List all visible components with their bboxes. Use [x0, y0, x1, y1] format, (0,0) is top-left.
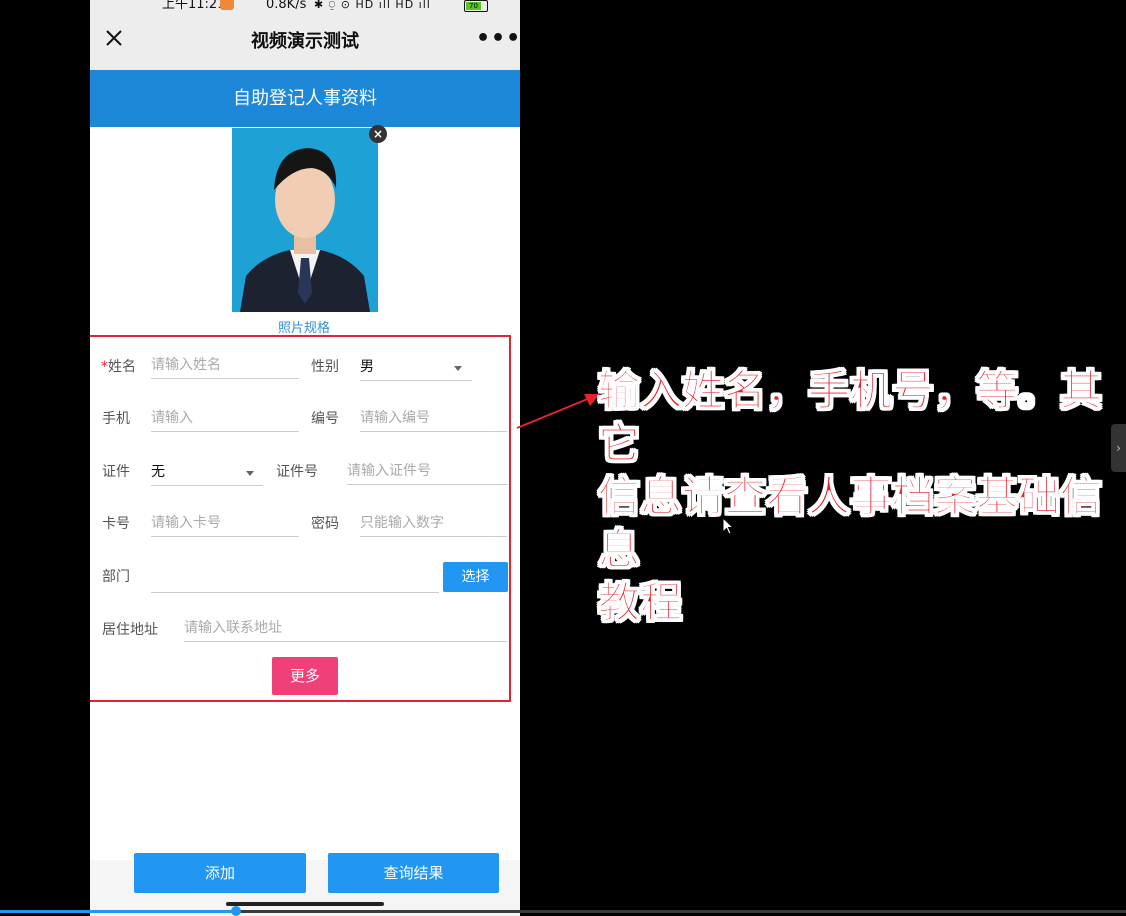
more-button[interactable]: 更多 — [272, 657, 338, 695]
card-input[interactable]: 请输入卡号 — [151, 514, 299, 537]
signal-icons: ✱ ⍜ ⊙ HD ıll HD ıll — [314, 0, 431, 11]
id-type-value: 无 — [151, 464, 165, 480]
number-label: 编号 — [311, 411, 339, 427]
side-panel-toggle[interactable]: › — [1111, 424, 1126, 472]
home-indicator[interactable] — [226, 902, 384, 906]
chevron-down-icon — [246, 471, 254, 476]
remove-photo-button[interactable]: × — [369, 125, 387, 143]
gender-select[interactable]: 男 — [360, 358, 472, 381]
page-title: 视频演示测试 — [251, 31, 359, 52]
annotation-arrow — [516, 394, 600, 429]
password-input[interactable]: 只能输入数字 — [360, 514, 507, 537]
name-label-text: 姓名 — [108, 359, 136, 375]
battery-level: 70 — [466, 2, 481, 10]
battery-icon: 70 — [464, 0, 488, 12]
select-department-button[interactable]: 选择 — [443, 562, 508, 592]
required-mark: * — [101, 359, 108, 375]
nav-bar: 视频演示测试 ••• — [90, 14, 520, 70]
phone-label: 手机 — [102, 411, 130, 427]
department-input[interactable] — [151, 570, 439, 593]
annotation-text: 输入姓名，手机号，等。其它 信息请查看人事档案基础信息 教程 — [598, 366, 1103, 628]
add-button[interactable]: 添加 — [134, 853, 306, 893]
name-input[interactable]: 请输入姓名 — [151, 356, 299, 379]
mouse-pointer-icon — [722, 517, 734, 535]
password-label: 密码 — [311, 516, 339, 532]
phone-input[interactable]: 请输入 — [151, 409, 299, 432]
video-progress-fill — [0, 910, 237, 913]
profile-photo[interactable] — [232, 128, 378, 312]
network-speed: 0.8K/s — [266, 0, 307, 12]
card-label: 卡号 — [102, 516, 130, 532]
form-header: 自助登记人事资料 — [90, 70, 520, 127]
notification-icon — [220, 0, 234, 10]
id-number-label: 证件号 — [276, 464, 318, 480]
gender-label: 性别 — [311, 359, 339, 375]
address-label: 居住地址 — [102, 622, 158, 638]
id-number-input[interactable]: 请输入证件号 — [347, 462, 507, 485]
status-time: 上午11:21 — [162, 0, 226, 12]
phone-screen: 上午11:21 0.8K/s ✱ ⍜ ⊙ HD ıll HD ıll 70 视频… — [90, 0, 520, 916]
chevron-down-icon — [454, 366, 462, 371]
more-menu-icon[interactable]: ••• — [476, 26, 520, 51]
id-type-select[interactable]: 无 — [151, 463, 263, 486]
id-type-label: 证件 — [102, 464, 130, 480]
person-portrait — [232, 128, 378, 312]
query-results-button[interactable]: 查询结果 — [328, 853, 499, 893]
status-bar: 上午11:21 0.8K/s ✱ ⍜ ⊙ HD ıll HD ıll 70 — [90, 0, 520, 14]
address-input[interactable]: 请输入联系地址 — [184, 619, 507, 642]
gender-value: 男 — [360, 359, 374, 375]
department-label: 部门 — [102, 569, 130, 585]
number-input[interactable]: 请输入编号 — [360, 409, 507, 432]
name-label: *姓名 — [101, 358, 136, 376]
